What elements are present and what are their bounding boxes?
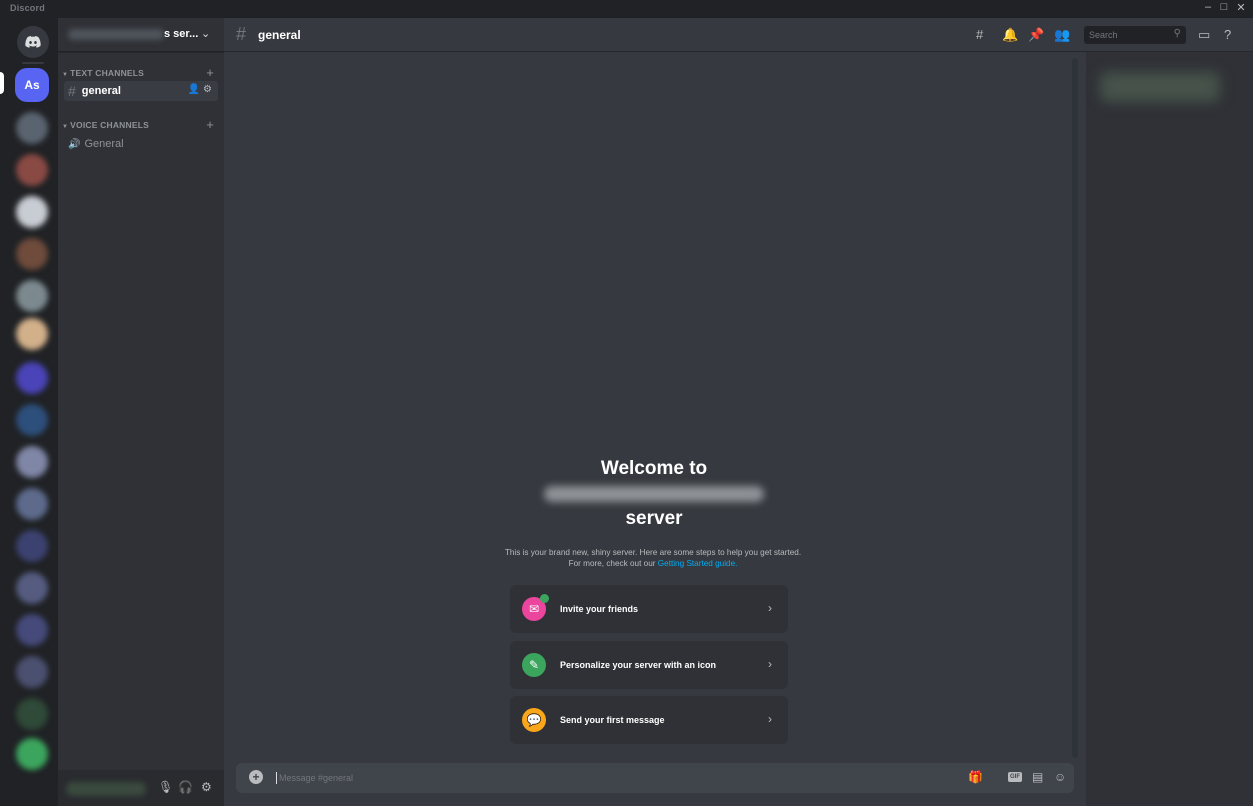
create-channel-icon[interactable]: +: [206, 117, 214, 132]
search-icon: ⚲: [1173, 28, 1181, 39]
window-titlebar: Discord – □ ✕: [0, 0, 1253, 18]
gear-icon[interactable]: ⚙: [203, 84, 212, 95]
hashtag-icon: #: [68, 83, 76, 99]
server-icon[interactable]: [16, 530, 48, 562]
server-icon[interactable]: [16, 238, 48, 270]
welcome-line-1: Welcome to: [600, 458, 708, 479]
sticker-icon[interactable]: ▤: [1032, 770, 1043, 784]
member-item-redacted[interactable]: [1100, 72, 1220, 102]
gif-button[interactable]: GIF: [1008, 772, 1022, 782]
server-icon[interactable]: [16, 488, 48, 520]
invite-icon[interactable]: 👤: [188, 84, 200, 95]
message-input-placeholder[interactable]: Message #general: [279, 773, 353, 783]
server-icon-active[interactable]: As: [15, 68, 49, 102]
hashtag-icon: #: [236, 24, 247, 44]
server-icon[interactable]: [16, 318, 48, 350]
scrollbar[interactable]: [1072, 58, 1078, 758]
chevron-right-icon: ›: [768, 601, 772, 615]
emoji-icon[interactable]: ☺: [1054, 770, 1066, 784]
server-header[interactable]: s ser... ⌄: [58, 18, 224, 52]
rail-separator: [22, 62, 44, 64]
help-icon[interactable]: ?: [1224, 27, 1231, 42]
server-icon[interactable]: [16, 404, 48, 436]
channel-label: general: [81, 85, 121, 97]
category-text-channels[interactable]: ▼ TEXT CHANNELS +: [62, 65, 218, 80]
threads-icon[interactable]: #: [976, 27, 983, 42]
server-icon[interactable]: [16, 656, 48, 688]
category-label: TEXT CHANNELS: [70, 68, 145, 78]
chevron-down-icon[interactable]: ⌄: [201, 27, 210, 40]
microphone-icon[interactable]: 🎙: [158, 780, 173, 794]
first-message-card[interactable]: 💬 Send your first message ›: [510, 696, 788, 744]
maximize-button[interactable]: □: [1216, 1, 1232, 13]
speaker-icon: 🔊: [68, 138, 81, 150]
channel-header: # general # 🔔 📌 👥 Search ⚲ ▭ ?: [224, 18, 1253, 52]
members-icon[interactable]: 👥: [1054, 27, 1070, 43]
channel-label: General: [84, 138, 124, 150]
card-label: Send your first message: [560, 715, 665, 725]
headphones-icon[interactable]: 🎧: [178, 780, 193, 794]
welcome-line-3: server: [625, 508, 683, 529]
gear-icon[interactable]: ⚙: [201, 780, 212, 794]
bell-icon[interactable]: 🔔: [1002, 27, 1018, 43]
user-info-redacted[interactable]: [66, 782, 146, 796]
message-composer[interactable]: + Message #general 🎁 GIF ▤ ☺: [236, 763, 1074, 793]
add-server-button[interactable]: [16, 698, 48, 730]
server-rail: As: [0, 18, 58, 806]
server-icon[interactable]: [16, 112, 48, 144]
close-button[interactable]: ✕: [1233, 1, 1249, 14]
add-attachment-icon[interactable]: +: [249, 770, 263, 784]
search-placeholder: Search: [1089, 30, 1118, 40]
chat-area: # general # 🔔 📌 👥 Search ⚲ ▭ ? Welcome t…: [224, 18, 1253, 806]
channel-title: general: [258, 28, 301, 42]
welcome-description: This is your brand new, shiny server. He…: [504, 547, 802, 569]
inbox-icon[interactable]: ▭: [1198, 27, 1210, 43]
chevron-right-icon: ›: [768, 657, 772, 671]
invite-friends-card[interactable]: ✉ Invite your friends ›: [510, 585, 788, 633]
server-icon[interactable]: [16, 614, 48, 646]
server-name-redacted: [544, 486, 764, 502]
brush-icon: ✎: [522, 653, 546, 677]
server-name: s ser...: [164, 28, 199, 40]
server-name-redacted: [68, 29, 164, 40]
card-label: Personalize your server with an icon: [560, 660, 717, 670]
active-server-indicator: [0, 72, 4, 94]
create-channel-icon[interactable]: +: [206, 65, 214, 80]
minimize-button[interactable]: –: [1200, 1, 1216, 13]
server-icon[interactable]: [16, 196, 48, 228]
gift-icon[interactable]: 🎁: [968, 770, 983, 784]
server-icon[interactable]: [16, 280, 48, 312]
chat-bubble-icon: 💬: [522, 708, 546, 732]
voice-channel-general[interactable]: 🔊 General: [64, 134, 218, 154]
explore-servers-button[interactable]: [16, 738, 48, 770]
channel-general[interactable]: # general 👤 ⚙: [64, 81, 218, 101]
category-voice-channels[interactable]: ▼ VOICE CHANNELS +: [62, 117, 218, 132]
discord-logo-icon: [25, 36, 41, 48]
getting-started-link[interactable]: Getting Started guide.: [658, 559, 738, 568]
server-icon[interactable]: [16, 154, 48, 186]
server-icon[interactable]: [16, 572, 48, 604]
category-label: VOICE CHANNELS: [70, 120, 149, 130]
server-icon[interactable]: [16, 362, 48, 394]
collapse-arrow-icon: ▼: [62, 72, 69, 78]
channel-actions: 👤 ⚙: [188, 84, 212, 95]
chevron-right-icon: ›: [768, 712, 772, 726]
text-caret: [276, 772, 277, 784]
home-button[interactable]: [17, 26, 49, 58]
member-list: [1086, 52, 1253, 806]
pin-icon[interactable]: 📌: [1028, 27, 1044, 43]
user-panel: 🎙 🎧 ⚙: [58, 770, 224, 806]
welcome-heading: Welcome to server: [504, 458, 804, 530]
server-icon[interactable]: [16, 446, 48, 478]
personalize-server-card[interactable]: ✎ Personalize your server with an icon ›: [510, 641, 788, 689]
search-input[interactable]: Search ⚲: [1084, 26, 1186, 44]
app-name: Discord: [10, 3, 45, 13]
card-label: Invite your friends: [560, 604, 639, 614]
channel-sidebar: s ser... ⌄ ▼ TEXT CHANNELS + # general 👤 …: [58, 18, 224, 806]
invite-friends-icon: ✉: [522, 594, 549, 621]
welcome-text: This is your brand new, shiny server. He…: [504, 548, 802, 568]
collapse-arrow-icon: ▼: [62, 124, 69, 130]
